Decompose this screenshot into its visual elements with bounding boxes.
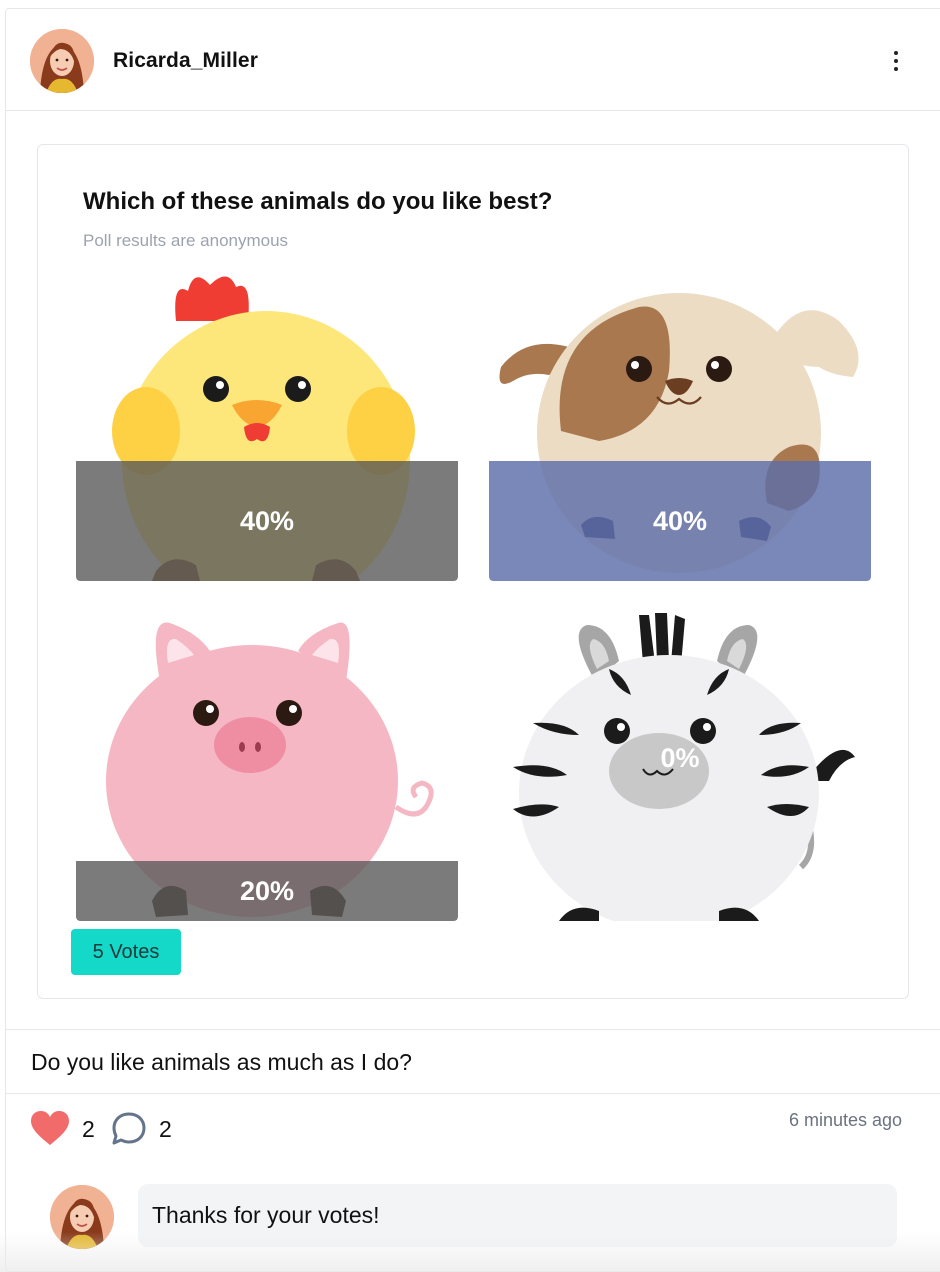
poll-percent: 40% (652, 506, 708, 536)
comment-avatar[interactable] (50, 1185, 114, 1249)
post-time: 6 minutes ago (789, 1110, 903, 1130)
divider (6, 1029, 940, 1030)
comment-bubble: Thanks for your votes! (138, 1184, 897, 1247)
divider (6, 1093, 940, 1094)
more-dot (894, 59, 898, 63)
comment-icon (112, 1112, 146, 1145)
post-caption: Do you like animals as much as I do? (31, 1049, 412, 1075)
poll-percent: 20% (239, 876, 295, 906)
votes-button[interactable]: 5 Votes (71, 929, 181, 975)
post-card: Ricarda_Miller Which of these animals do… (5, 8, 940, 1272)
username[interactable]: Ricarda_Miller (113, 49, 258, 73)
poll-card: Which of these animals do you like best?… (37, 144, 909, 999)
poll-option-pig[interactable]: 20% (76, 611, 458, 921)
poll-option-puppy[interactable]: 40% (489, 271, 871, 581)
comment-button[interactable] (111, 1111, 147, 1152)
heart-icon (31, 1111, 69, 1145)
comment-text: Thanks for your votes! (152, 1202, 380, 1228)
more-dot (894, 67, 898, 71)
user-avatar[interactable] (30, 29, 94, 93)
like-count: 2 (82, 1116, 95, 1142)
poll-percent: 0% (660, 743, 700, 773)
poll-subtitle: Poll results are anonymous (83, 231, 289, 250)
post-header: Ricarda_Miller (6, 9, 940, 111)
poll-option-chick[interactable]: 40% (76, 271, 458, 581)
more-vertical-icon (894, 51, 898, 55)
poll-option-zebra[interactable]: 0% (489, 611, 871, 921)
more-options-button[interactable] (882, 47, 910, 75)
comment-count: 2 (159, 1116, 172, 1142)
poll-question: Which of these animals do you like best? (83, 188, 553, 215)
like-button[interactable] (31, 1111, 69, 1152)
poll-percent: 40% (239, 506, 295, 536)
